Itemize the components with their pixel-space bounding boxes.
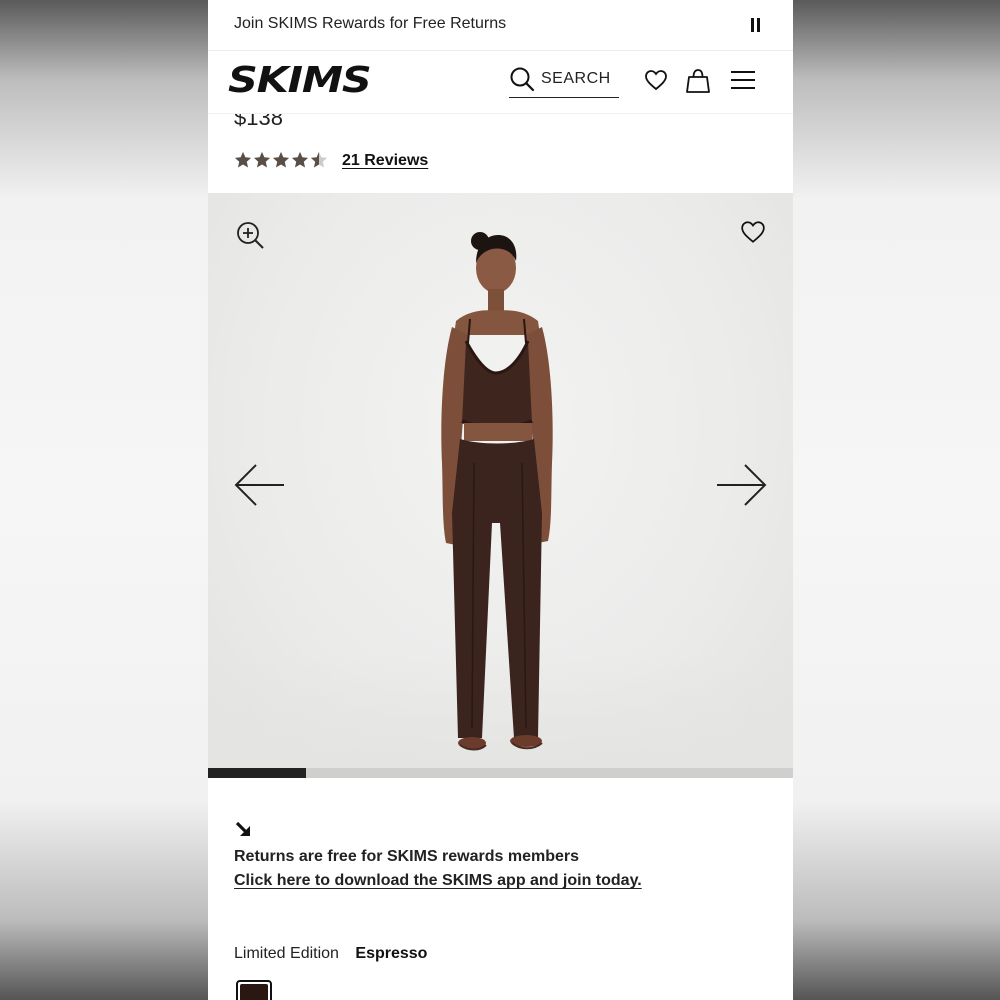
product-photo: [441, 232, 553, 751]
star-half-icon: [310, 151, 328, 168]
search-icon: [510, 67, 535, 92]
star-full-icon: [291, 151, 309, 168]
wishlist-heart-icon[interactable]: [644, 68, 668, 92]
menu-icon[interactable]: [730, 68, 756, 92]
color-name: Espresso: [355, 945, 428, 962]
promo-text[interactable]: Join SKIMS Rewards for Free Returns: [234, 15, 506, 33]
color-swatch-espresso[interactable]: [236, 980, 272, 1000]
product-page: Join SKIMS Rewards for Free Returns SKIM…: [208, 0, 793, 1000]
search-label: SEARCH: [541, 70, 611, 87]
arrow-down-right-icon: [235, 821, 250, 836]
previous-image-arrow-icon[interactable]: [234, 463, 286, 507]
gallery-progress-bar: [208, 768, 793, 778]
shopping-bag-icon[interactable]: [686, 68, 710, 94]
star-full-icon: [234, 151, 252, 168]
download-app-link[interactable]: Click here to download the SKIMS app and…: [234, 872, 642, 890]
star-full-icon: [272, 151, 290, 168]
star-full-icon: [253, 151, 271, 168]
promo-banner[interactable]: Join SKIMS Rewards for Free Returns: [208, 0, 793, 51]
product-image-gallery[interactable]: [208, 193, 793, 768]
color-selector-label: Limited Edition Espresso: [234, 945, 427, 963]
site-header: SKIMS SEARCH: [208, 51, 793, 114]
favorite-heart-icon[interactable]: [739, 219, 767, 245]
next-image-arrow-icon[interactable]: [715, 463, 767, 507]
skims-logo[interactable]: SKIMS: [228, 60, 372, 101]
reviews-link[interactable]: 21 Reviews: [342, 152, 428, 170]
product-price: $138: [234, 113, 283, 130]
returns-message: Returns are free for SKIMS rewards membe…: [234, 848, 580, 865]
color-edition-label: Limited Edition: [234, 945, 339, 962]
product-summary: $138 21 Reviews: [208, 113, 793, 193]
zoom-in-icon[interactable]: [236, 221, 264, 249]
pause-icon[interactable]: [751, 18, 761, 32]
gallery-progress-fill: [208, 768, 306, 778]
search-button[interactable]: SEARCH: [509, 63, 619, 98]
